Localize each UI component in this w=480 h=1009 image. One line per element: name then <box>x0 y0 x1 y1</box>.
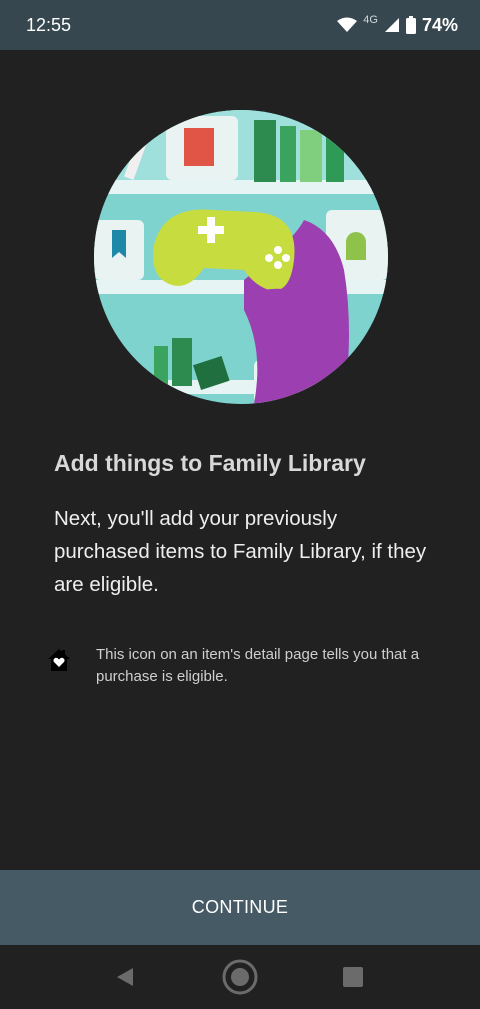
status-icons: 4G 74% <box>337 14 458 36</box>
back-button[interactable] <box>105 957 145 997</box>
battery-percent: 74% <box>421 14 458 35</box>
wifi-icon <box>337 17 358 32</box>
system-nav-bar <box>0 945 480 1009</box>
recents-square-icon <box>343 967 363 987</box>
cell-signal-icon <box>384 18 399 32</box>
back-triangle-icon <box>117 968 133 986</box>
status-time: 12:55 <box>26 14 72 35</box>
home-circle-icon <box>222 959 258 995</box>
family-library-illustration <box>94 110 388 404</box>
status-bar: 12:55 4G 74% <box>0 0 480 50</box>
battery-icon <box>405 16 416 34</box>
eligibility-note: This icon on an item's detail page tells… <box>96 646 420 685</box>
description-text: Next, you'll add your previously purchas… <box>54 507 427 596</box>
family-library-home-heart-icon <box>48 649 70 671</box>
page-title: Add things to Family Library <box>54 450 366 476</box>
main-content: Add things to Family Library Next, you'l… <box>0 50 480 870</box>
home-button[interactable] <box>220 957 260 997</box>
continue-button[interactable]: CONTINUE <box>0 870 480 945</box>
recents-button[interactable] <box>333 957 373 997</box>
network-type: 4G <box>363 14 378 26</box>
